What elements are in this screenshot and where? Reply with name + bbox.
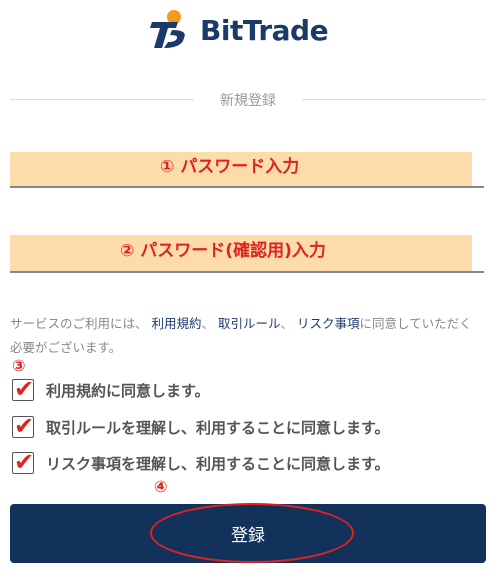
agreement-risk-label: リスク事項を理解し、利用することに同意します。 <box>46 455 390 473</box>
step3-annotation: ③ <box>12 356 26 375</box>
risk-link[interactable]: リスク事項 <box>297 316 360 331</box>
register-button[interactable]: 登録 <box>10 504 486 563</box>
bittrade-logo: BitTrade <box>148 8 348 52</box>
section-divider: 新規登録 <box>10 90 486 110</box>
agreement-terms-label: 利用規約に同意します。 <box>46 382 210 400</box>
notice-sep1: 、 <box>201 316 215 331</box>
agreement-rules-checkbox[interactable]: ✔ <box>12 412 34 440</box>
bittrade-logo-icon <box>150 10 185 48</box>
checkmark-icon: ✔ <box>14 412 35 440</box>
brand-name: BitTrade <box>200 14 329 47</box>
checkmark-icon: ✔ <box>14 375 35 403</box>
terms-link[interactable]: 利用規約 <box>152 316 202 331</box>
section-title: 新規登録 <box>212 93 284 109</box>
notice-sep2: 、 <box>280 316 294 331</box>
password-annotation: ① パスワード入力 <box>160 157 300 177</box>
agreement-rules-label: 取引ルールを理解し、利用することに同意します。 <box>46 419 390 437</box>
notice-prefix: サービスのご利用には、 <box>10 316 148 331</box>
step4-annotation: ④ <box>154 477 168 496</box>
register-button-label: 登録 <box>231 526 265 546</box>
checkmark-icon: ✔ <box>14 448 35 476</box>
agreement-terms-checkbox[interactable]: ✔ <box>12 375 34 403</box>
password-confirm-annotation: ② パスワード(確認用)入力 <box>120 241 326 261</box>
agreement-risk-checkbox[interactable]: ✔ <box>12 448 34 476</box>
trading-rules-link[interactable]: 取引ルール <box>218 316 281 331</box>
agreement-notice: サービスのご利用には、 利用規約、 取引ルール、 リスク事項に同意していただく必… <box>10 312 480 360</box>
